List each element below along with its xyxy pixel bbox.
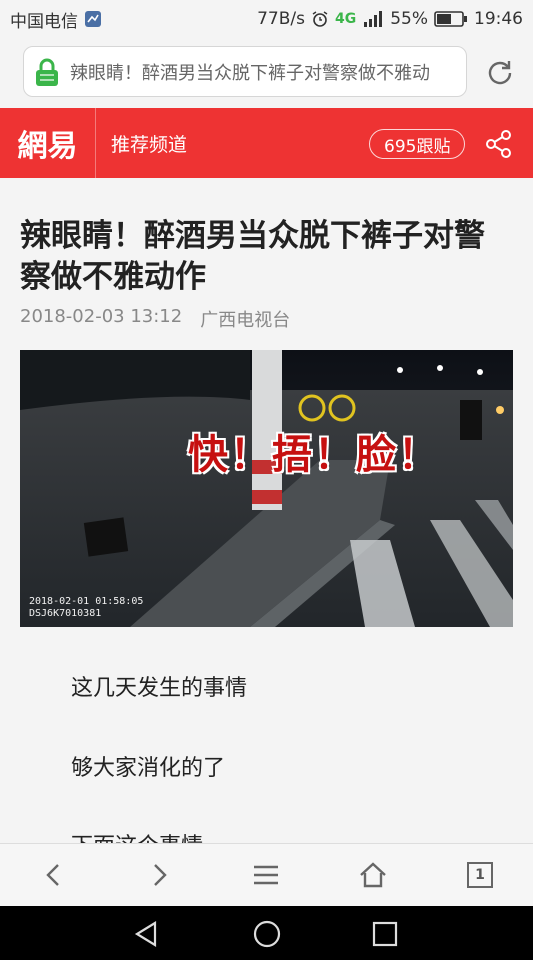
notification-icon (84, 10, 102, 28)
menu-icon (254, 865, 278, 885)
nav-recents-button[interactable] (368, 917, 402, 951)
reload-button[interactable] (484, 56, 516, 88)
site-header: 網易 推荐频道 695跟贴 (0, 108, 533, 178)
share-button[interactable] (484, 129, 514, 159)
browser-toolbar: 1 (0, 843, 533, 906)
forward-icon (154, 864, 167, 886)
photo-timestamp: 2018-02-01 01:58:05 DSJ6K7010381 (29, 596, 143, 620)
tabs-button[interactable]: 1 (462, 857, 498, 893)
share-icon (486, 130, 511, 158)
nav-recents-icon (372, 921, 398, 947)
net-speed: 77B/s (257, 9, 305, 29)
comments-button[interactable]: 695跟贴 (369, 129, 466, 159)
article-photo[interactable]: 快！捂！脸！ 2018-02-01 01:58:05 DSJ6K7010381 (20, 350, 513, 627)
url-text: 辣眼睛！醉酒男当众脱下裤子对警察做不雅动 (70, 62, 430, 84)
menu-button[interactable] (248, 857, 284, 893)
battery-icon (434, 10, 468, 28)
url-field[interactable]: 辣眼睛！醉酒男当众脱下裤子对警察做不雅动 (23, 46, 467, 97)
paragraph-1: 这几天发生的事情 (71, 676, 248, 701)
article-headline: 辣眼睛！醉酒男当众脱下裤子对警察做不雅动作 (20, 218, 485, 295)
battery-percent: 55% (390, 9, 428, 29)
article-date: 2018-02-03 13:12 (20, 306, 183, 327)
carrier-label: 中国电信 (10, 11, 78, 32)
paragraph-3: 下面这个事情 (71, 828, 203, 843)
night-street-image (20, 350, 513, 627)
network-type: 4G (334, 11, 357, 27)
status-bar: 中国电信 77B/s 4G 55% 19:46 (0, 0, 533, 38)
nav-back-button[interactable] (130, 917, 164, 951)
forward-button[interactable] (141, 857, 177, 893)
signal-icon (362, 10, 384, 28)
site-logo[interactable]: 網易 (0, 108, 96, 178)
article-meta: 2018-02-03 13:12 广西电视台 (20, 306, 290, 332)
tabs-count: 1 (475, 867, 485, 883)
home-icon (360, 862, 386, 888)
nav-back-icon (134, 921, 157, 947)
nav-home-icon (253, 920, 281, 948)
address-bar: 辣眼睛！醉酒男当众脱下裤子对警察做不雅动 (0, 38, 533, 108)
back-button[interactable] (36, 857, 72, 893)
article: 辣眼睛！醉酒男当众脱下裤子对警察做不雅动作 2018-02-03 13:12 广… (0, 178, 533, 843)
home-button[interactable] (355, 857, 391, 893)
back-icon (46, 864, 59, 886)
alarm-icon (311, 10, 329, 28)
nav-home-button[interactable] (250, 917, 284, 951)
stamp-datetime: 2018-02-01 01:58:05 (29, 596, 144, 607)
paragraph-2: 够大家消化的了 (71, 756, 226, 781)
clock: 19:46 (474, 9, 523, 29)
stamp-device-id: DSJ6K7010381 (29, 608, 102, 619)
channel-link[interactable]: 推荐频道 (111, 130, 187, 157)
photo-caption-overlay: 快！捂！脸！ (188, 431, 440, 478)
reload-icon (488, 61, 512, 85)
android-nav-bar (0, 906, 533, 960)
article-source[interactable]: 广西电视台 (200, 306, 290, 332)
lock-icon (34, 57, 60, 87)
